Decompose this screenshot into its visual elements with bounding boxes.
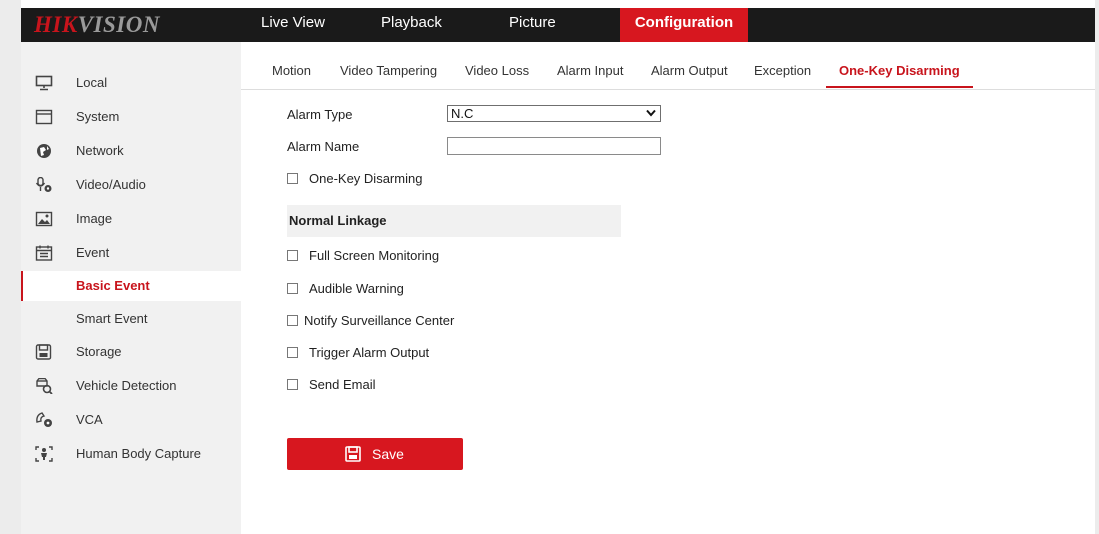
notify-surveillance-center-label: Notify Surveillance Center: [304, 313, 455, 328]
audible-warning-checkbox[interactable]: [287, 283, 298, 294]
send-email-label: Send Email: [309, 377, 376, 392]
sidebar-item-label: Human Body Capture: [76, 446, 202, 461]
sidebar-item-label: Vehicle Detection: [76, 378, 177, 393]
sidebar-item-storage[interactable]: Storage: [21, 337, 241, 367]
alarm-name-label: Alarm Name: [287, 139, 360, 154]
topnav-playback[interactable]: Playback: [381, 8, 442, 42]
sidebar-item-label: Basic Event: [76, 278, 150, 293]
sidebar-item-label: Smart Event: [76, 311, 148, 326]
full-screen-monitoring-label: Full Screen Monitoring: [309, 248, 440, 263]
sidebar: Local System Network Video/Audio Image E…: [21, 42, 241, 534]
normal-linkage-header: Normal Linkage: [287, 205, 621, 237]
sidebar-item-vca[interactable]: VCA: [21, 405, 241, 435]
section-title: Normal Linkage: [289, 213, 387, 228]
sidebar-item-vehicle-detection[interactable]: Vehicle Detection: [21, 371, 241, 401]
sidebar-item-event[interactable]: Event: [21, 238, 241, 268]
tab-video-loss[interactable]: Video Loss: [465, 56, 529, 86]
topnav-configuration[interactable]: Configuration: [620, 8, 748, 42]
sidebar-item-basic-event[interactable]: Basic Event: [21, 271, 241, 301]
storage-icon: [35, 344, 52, 360]
sidebar-item-image[interactable]: Image: [21, 204, 241, 234]
sidebar-item-label: Image: [76, 211, 113, 226]
tab-video-tampering[interactable]: Video Tampering: [340, 56, 437, 86]
sidebar-item-label: Event: [76, 245, 110, 260]
alarm-type-label: Alarm Type: [287, 107, 353, 122]
sidebar-item-network[interactable]: Network: [21, 136, 241, 166]
sidebar-item-video-audio[interactable]: Video/Audio: [21, 170, 241, 200]
alarm-type-value: N.C: [451, 106, 474, 121]
tab-alarm-output[interactable]: Alarm Output: [651, 56, 728, 86]
trigger-alarm-output-checkbox[interactable]: [287, 347, 298, 358]
sidebar-item-system[interactable]: System: [21, 102, 241, 132]
sidebar-item-label: Storage: [76, 344, 122, 359]
alarm-type-select[interactable]: N.C: [447, 105, 661, 122]
send-email-checkbox[interactable]: [287, 379, 298, 390]
sidebar-item-label: Network: [76, 143, 124, 158]
one-key-disarming-checkbox[interactable]: [287, 173, 298, 184]
tab-alarm-input[interactable]: Alarm Input: [557, 56, 623, 86]
monitor-icon: [35, 75, 53, 91]
notify-surveillance-center-checkbox[interactable]: [287, 315, 298, 326]
one-key-disarming-label: One-Key Disarming: [309, 171, 423, 186]
alarm-name-input[interactable]: [447, 137, 661, 155]
sidebar-item-label: System: [76, 109, 120, 124]
human-body-icon: [35, 446, 53, 462]
sidebar-item-smart-event[interactable]: Smart Event: [21, 304, 241, 334]
topnav-live-view[interactable]: Live View: [261, 8, 325, 42]
globe-icon: [37, 144, 51, 158]
window-icon: [35, 109, 53, 125]
tab-exception[interactable]: Exception: [754, 56, 811, 86]
sidebar-item-local[interactable]: Local: [21, 68, 241, 98]
sidebar-item-label: Local: [76, 75, 108, 90]
brand-logo: HIKVISION: [34, 12, 160, 37]
audible-warning-label: Audible Warning: [309, 281, 404, 296]
sidebar-item-human-body-capture[interactable]: Human Body Capture: [21, 439, 241, 469]
trigger-alarm-output-label: Trigger Alarm Output: [309, 345, 430, 360]
tab-motion[interactable]: Motion: [272, 56, 311, 86]
calendar-icon: [35, 245, 53, 261]
event-tabs: Motion Video Tampering Video Loss Alarm …: [241, 56, 1095, 90]
save-button[interactable]: Save: [287, 438, 463, 470]
topnav-picture[interactable]: Picture: [509, 8, 556, 42]
image-icon: [35, 211, 53, 227]
full-screen-monitoring-checkbox[interactable]: [287, 250, 298, 261]
sidebar-item-label: VCA: [76, 412, 103, 427]
vca-icon: [36, 412, 52, 427]
sidebar-item-label: Video/Audio: [76, 177, 146, 192]
vehicle-icon: [36, 378, 53, 394]
microphone-icon: [35, 177, 52, 192]
chevron-down-icon: [646, 109, 656, 117]
save-icon: [345, 446, 361, 462]
top-header: HIKVISION Live View Playback Picture Con…: [21, 8, 1095, 42]
tab-one-key-disarming[interactable]: One-Key Disarming: [826, 56, 973, 88]
save-button-label: Save: [372, 446, 404, 462]
